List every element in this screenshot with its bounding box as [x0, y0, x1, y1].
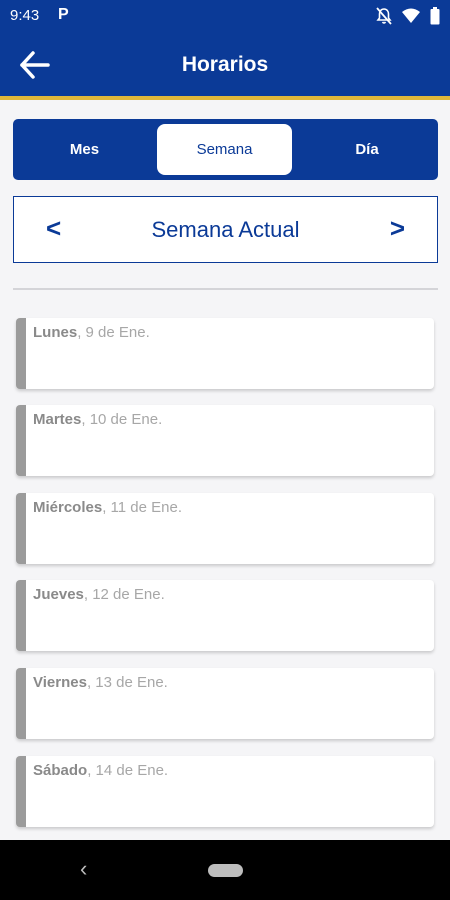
day-name: Lunes — [33, 324, 78, 341]
day-name: Viernes — [33, 674, 87, 691]
day-card[interactable]: Viernes, 13 de Ene. — [16, 668, 434, 739]
app-bar: Horarios — [0, 32, 450, 100]
day-text: Martes, 10 de Ene. — [33, 411, 162, 428]
day-name: Miércoles — [33, 499, 103, 516]
page-title: Horarios — [181, 53, 269, 76]
day-name: Jueves — [33, 586, 84, 603]
week-label: Semana Actual — [151, 217, 300, 242]
day-date: , 10 de Ene. — [81, 411, 163, 428]
wifi-icon — [402, 8, 420, 23]
tab-day[interactable]: Día — [296, 119, 438, 180]
day-card[interactable]: Sábado, 14 de Ene. — [16, 756, 434, 827]
day-date: , 12 de Ene. — [83, 586, 165, 603]
system-nav-bar: ‹ — [0, 840, 450, 900]
next-week-button[interactable]: > — [390, 213, 405, 244]
battery-icon — [430, 7, 440, 25]
day-text: Lunes, 9 de Ene. — [33, 324, 150, 341]
home-pill[interactable] — [208, 864, 243, 877]
day-text: Viernes, 13 de Ene. — [33, 674, 168, 691]
day-text: Jueves, 12 de Ene. — [33, 586, 165, 603]
day-date: , 9 de Ene. — [77, 324, 150, 341]
status-time: 9:43 — [10, 7, 40, 24]
tab-week[interactable]: Semana — [157, 124, 292, 175]
day-card[interactable]: Miércoles, 11 de Ene. — [16, 493, 434, 564]
day-name: Martes — [33, 411, 82, 428]
day-date: , 11 de Ene. — [102, 499, 182, 516]
view-tabs: Mes Semana Día — [13, 119, 438, 180]
day-text: Sábado, 14 de Ene. — [33, 762, 168, 779]
tab-month[interactable]: Mes — [13, 119, 156, 180]
status-bar: 9:43 P — [0, 0, 450, 32]
notifications-off-icon — [376, 7, 392, 25]
system-back-button[interactable]: ‹ — [80, 856, 87, 882]
day-card[interactable]: Lunes, 9 de Ene. — [16, 318, 434, 389]
day-date: , 14 de Ene. — [87, 762, 169, 779]
app-notification-icon: P — [58, 6, 69, 23]
status-icons — [376, 7, 440, 25]
day-card[interactable]: Jueves, 12 de Ene. — [16, 580, 434, 651]
day-date: , 13 de Ene. — [86, 674, 168, 691]
divider — [13, 288, 438, 290]
week-navigator: < Semana Actual > — [13, 196, 438, 263]
day-name: Sábado — [33, 762, 88, 779]
day-text: Miércoles, 11 de Ene. — [33, 499, 182, 516]
day-card[interactable]: Martes, 10 de Ene. — [16, 405, 434, 476]
